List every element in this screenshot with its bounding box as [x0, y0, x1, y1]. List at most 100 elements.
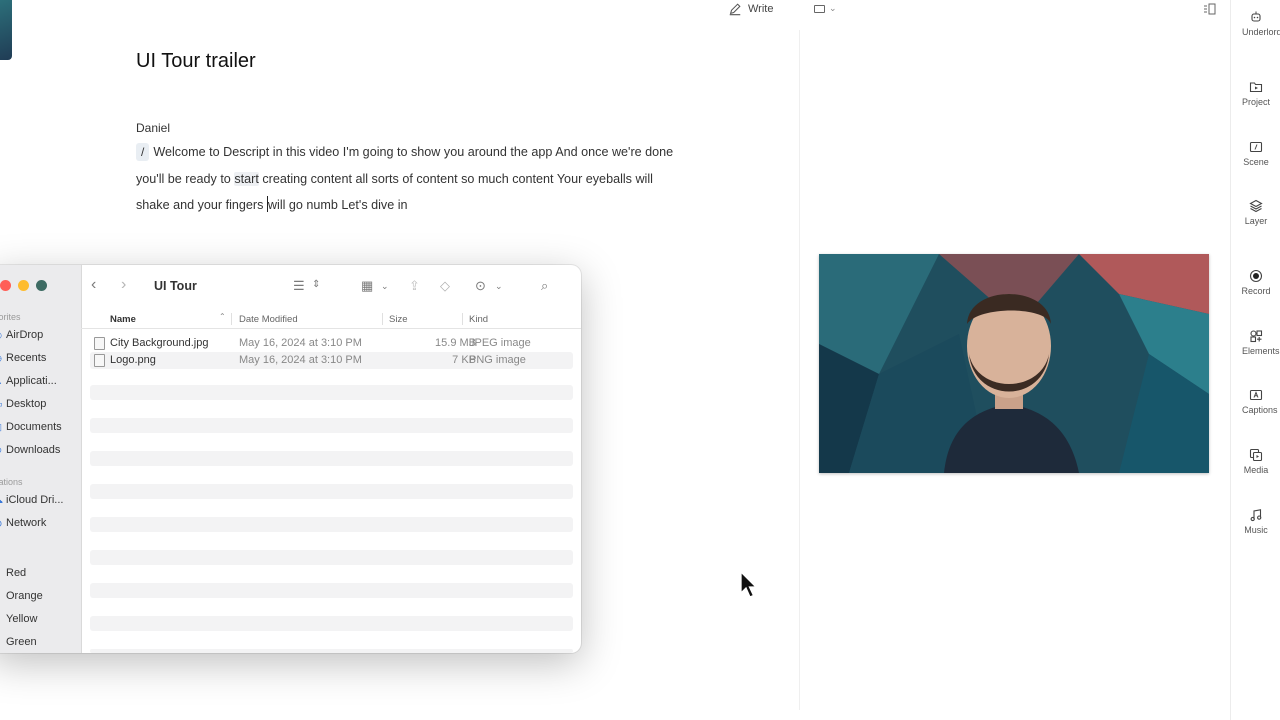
tag-icon[interactable]: ◇: [440, 278, 450, 294]
sidebar-section-locations: cations: [0, 477, 23, 487]
column-header: Name ⌃ Date Modified Size Kind: [81, 310, 581, 329]
rail-label-captions: Captions: [1242, 405, 1278, 415]
sidebar-tag-red[interactable]: Red: [0, 567, 26, 579]
layers-icon: [1249, 199, 1263, 213]
image-file-icon: [94, 337, 105, 350]
rail-scene[interactable]: Scene: [1231, 140, 1280, 167]
rail-label-project: Project: [1241, 97, 1270, 107]
sidebar-item-network[interactable]: ◍Network: [0, 517, 46, 529]
back-arrow-icon[interactable]: ‹: [91, 276, 96, 294]
highlighted-word[interactable]: start: [234, 171, 259, 186]
document-title[interactable]: UI Tour trailer: [136, 50, 256, 73]
sidebar-tag-green[interactable]: Green: [0, 636, 37, 648]
sidebar-item-icloud[interactable]: ☁iCloud Dri...: [0, 494, 63, 506]
media-icon: [1249, 448, 1263, 462]
sort-up-icon: ⌃: [219, 312, 226, 321]
rail-underlord[interactable]: Underlord: [1231, 10, 1280, 37]
file-date: May 16, 2024 at 3:10 PM: [239, 337, 362, 349]
rail-media[interactable]: Media: [1231, 448, 1280, 475]
window-controls: [0, 280, 47, 291]
chevron-down-icon[interactable]: ⌄: [495, 281, 503, 292]
elements-icon: [1250, 330, 1263, 343]
download-icon: ⊙: [0, 445, 2, 456]
finder-sidebar: vorites ◎AirDrop ◷Recents ▲Applicati... …: [0, 265, 82, 653]
empty-row-stripe: [90, 418, 573, 433]
sidebar-item-recents[interactable]: ◷Recents: [0, 352, 46, 364]
write-button[interactable]: Write: [728, 2, 773, 16]
video-frame: [819, 254, 1209, 473]
rail-project[interactable]: Project: [1231, 80, 1280, 107]
speaker-label[interactable]: Daniel: [136, 121, 170, 135]
minimize-window-button[interactable]: [18, 280, 29, 291]
captions-icon: [1249, 389, 1263, 401]
rail-music[interactable]: Music: [1231, 508, 1280, 535]
sidebar-item-documents[interactable]: ▯Documents: [0, 421, 62, 433]
rail-label-media: Media: [1243, 465, 1269, 475]
scene-icon: [1249, 141, 1263, 153]
close-window-button[interactable]: [0, 280, 11, 291]
image-file-icon: [94, 354, 105, 367]
empty-row-stripe: [90, 451, 573, 466]
zoom-window-button[interactable]: [36, 280, 47, 291]
desktop-icon: ▭: [0, 399, 3, 410]
right-rail: Underlord Project Scene Layer Record Ele…: [1230, 0, 1280, 720]
editor-divider: [799, 30, 800, 710]
rail-label-music: Music: [1244, 525, 1268, 535]
more-options-icon[interactable]: ⊙: [475, 278, 486, 294]
panel-toggle-icon[interactable]: [1202, 3, 1216, 15]
search-icon[interactable]: ⌕: [541, 278, 548, 294]
empty-row-stripe: [90, 550, 573, 565]
finder-window[interactable]: vorites ◎AirDrop ◷Recents ▲Applicati... …: [0, 265, 581, 653]
layout-dropdown[interactable]: ⌄: [814, 3, 837, 14]
finder-title: UI Tour: [154, 279, 197, 293]
rail-record[interactable]: Record: [1231, 269, 1280, 296]
forward-arrow-icon[interactable]: ›: [121, 276, 126, 294]
slash-command-chip[interactable]: /: [136, 143, 150, 161]
chevron-down-icon[interactable]: ⌄: [381, 281, 389, 292]
file-row[interactable]: Logo.png May 16, 2024 at 3:10 PM 7 KB PN…: [90, 352, 573, 369]
sidebar-item-downloads[interactable]: ⊙Downloads: [0, 444, 60, 456]
column-date[interactable]: Date Modified: [239, 314, 298, 325]
sidebar-item-airdrop[interactable]: ◎AirDrop: [0, 329, 43, 341]
clock-icon: ◷: [0, 353, 2, 364]
layout-icon: [814, 4, 825, 13]
file-kind: PNG image: [469, 354, 526, 366]
column-kind[interactable]: Kind: [469, 314, 488, 325]
grid-view-icon[interactable]: ▦: [361, 278, 373, 294]
file-name: Logo.png: [110, 354, 156, 366]
column-size[interactable]: Size: [389, 314, 407, 325]
finder-content: ‹ › UI Tour ☰ ⇕ ▦ ⌄ ⇪ ◇ ⊙ ⌄ ⌕ Name ⌃ Dat…: [81, 265, 581, 653]
folder-play-icon: [1249, 82, 1263, 93]
sidebar-tag-yellow[interactable]: Yellow: [0, 613, 37, 625]
share-icon[interactable]: ⇪: [409, 278, 420, 294]
file-name: City Background.jpg: [110, 337, 209, 349]
empty-row-stripe: [90, 385, 573, 400]
sidebar-section-favorites: vorites: [0, 312, 21, 322]
finder-toolbar: ‹ › UI Tour ☰ ⇕ ▦ ⌄ ⇪ ◇ ⊙ ⌄ ⌕: [81, 265, 581, 307]
file-date: May 16, 2024 at 3:10 PM: [239, 354, 362, 366]
airdrop-icon: ◎: [0, 330, 2, 341]
file-row[interactable]: City Background.jpg May 16, 2024 at 3:10…: [90, 335, 573, 352]
transcript-line-3a: shake and your fingers: [136, 198, 267, 212]
rail-captions[interactable]: Captions: [1231, 388, 1280, 415]
empty-row-stripe: [90, 616, 573, 631]
transcript-line-1: Welcome to Descript in this video I'm go…: [153, 145, 674, 159]
sidebar-item-applications[interactable]: ▲Applicati...: [0, 375, 57, 387]
video-preview[interactable]: [819, 254, 1209, 473]
sidebar-tag-orange[interactable]: Orange: [0, 590, 43, 602]
rail-elements[interactable]: Elements: [1231, 329, 1280, 356]
transcript-text[interactable]: / Welcome to Descript in this video I'm g…: [136, 139, 696, 219]
empty-row-stripe: [90, 484, 573, 499]
column-name[interactable]: Name: [110, 314, 136, 325]
document-icon: ▯: [0, 422, 2, 433]
record-icon: [1249, 269, 1263, 283]
sidebar-item-desktop[interactable]: ▭Desktop: [0, 398, 46, 410]
rail-layer[interactable]: Layer: [1231, 199, 1280, 226]
transcript-line-2a: you'll be ready to: [136, 171, 235, 186]
rail-label-elements: Elements: [1242, 346, 1280, 356]
applications-icon: ▲: [0, 376, 3, 386]
sort-chevron-icon[interactable]: ⇕: [312, 279, 320, 290]
rail-label-underlord: Underlord: [1242, 27, 1280, 37]
list-view-icon[interactable]: ☰: [293, 278, 305, 294]
empty-row-stripe: [90, 583, 573, 598]
